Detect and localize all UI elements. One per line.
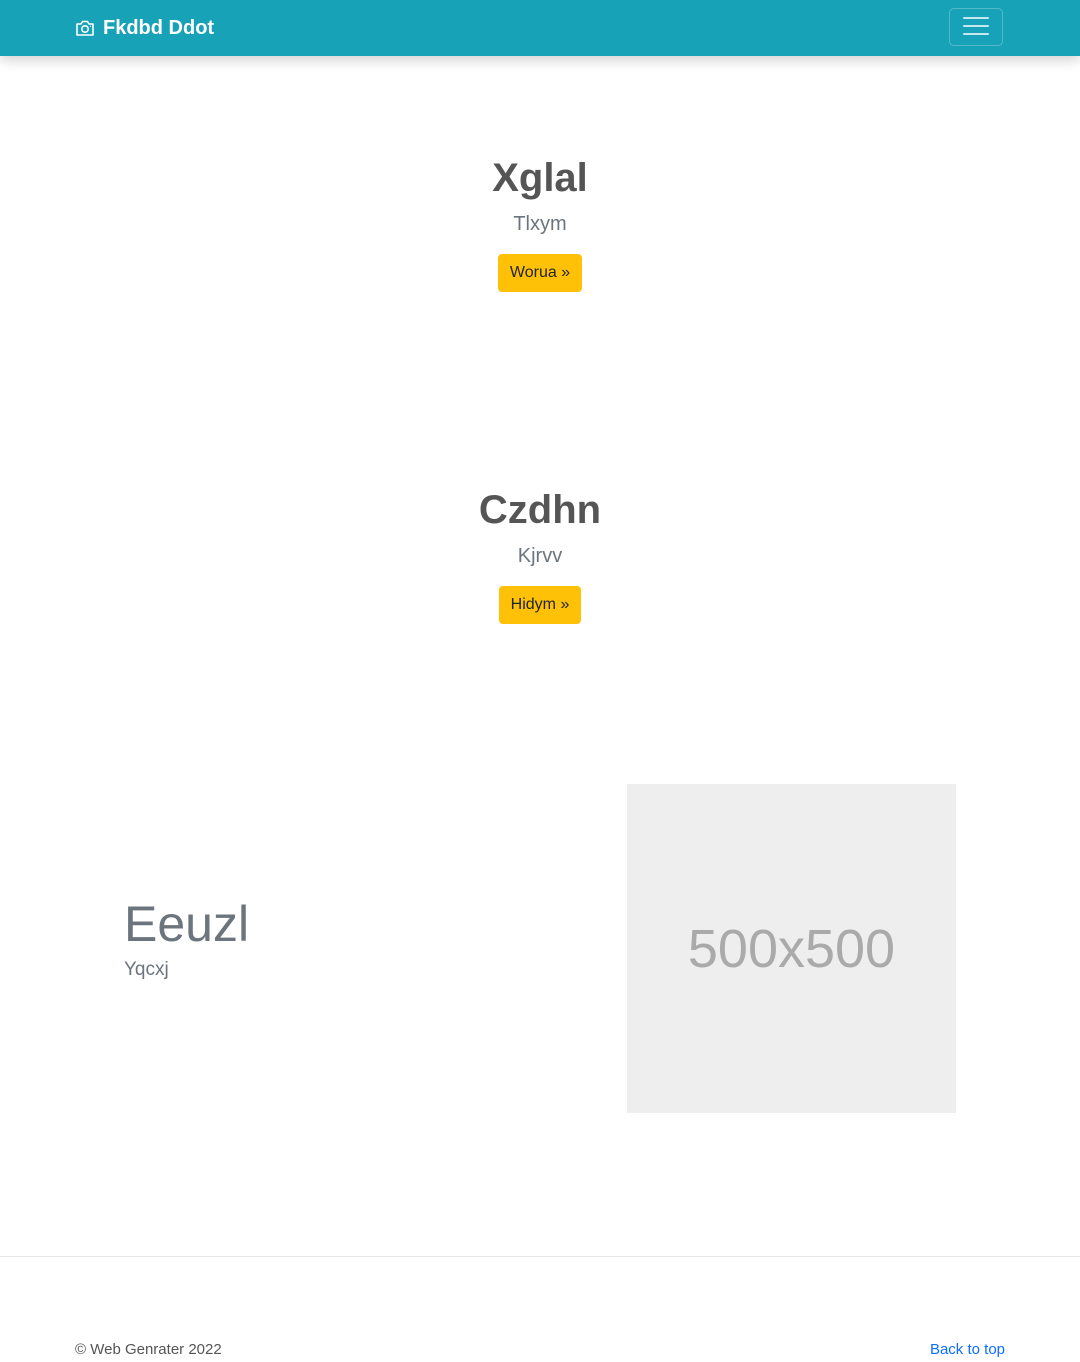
section-subtitle: Tlxym bbox=[513, 213, 567, 235]
footer-divider bbox=[0, 1256, 1080, 1257]
navbar-toggler-button[interactable] bbox=[949, 8, 1003, 46]
camera-icon bbox=[75, 19, 95, 37]
image-placeholder: 500x500 bbox=[627, 784, 956, 1113]
navbar: Fkdbd Ddot bbox=[0, 0, 1080, 56]
hamburger-menu-icon bbox=[962, 15, 990, 40]
section-subtitle: Kjrvv bbox=[517, 545, 563, 567]
brand-link[interactable]: Fkdbd Ddot bbox=[75, 14, 214, 42]
footer-copyright: © Web Genrater 2022 bbox=[75, 1341, 222, 1358]
section-cta-button[interactable]: Hidym » bbox=[498, 586, 582, 624]
feature-subtitle: Yqcxj bbox=[124, 959, 169, 980]
feature-title: Eeuzl bbox=[124, 896, 250, 952]
brand-text: Fkdbd Ddot bbox=[103, 16, 215, 39]
back-to-top-link[interactable]: Back to top bbox=[930, 1340, 1005, 1360]
section-title: Czdhn bbox=[478, 488, 602, 532]
hero-section-2: Czdhn Kjrvv Hidym » bbox=[0, 486, 1080, 624]
feature-text: Eeuzl Yqcxj bbox=[124, 894, 249, 982]
section-title: Xglal bbox=[492, 156, 588, 200]
image-placeholder-label: 500x500 bbox=[687, 918, 896, 979]
section-cta-button[interactable]: Worua » bbox=[497, 254, 583, 292]
hero-section-1: Xglal Tlxym Worua » bbox=[0, 154, 1080, 292]
